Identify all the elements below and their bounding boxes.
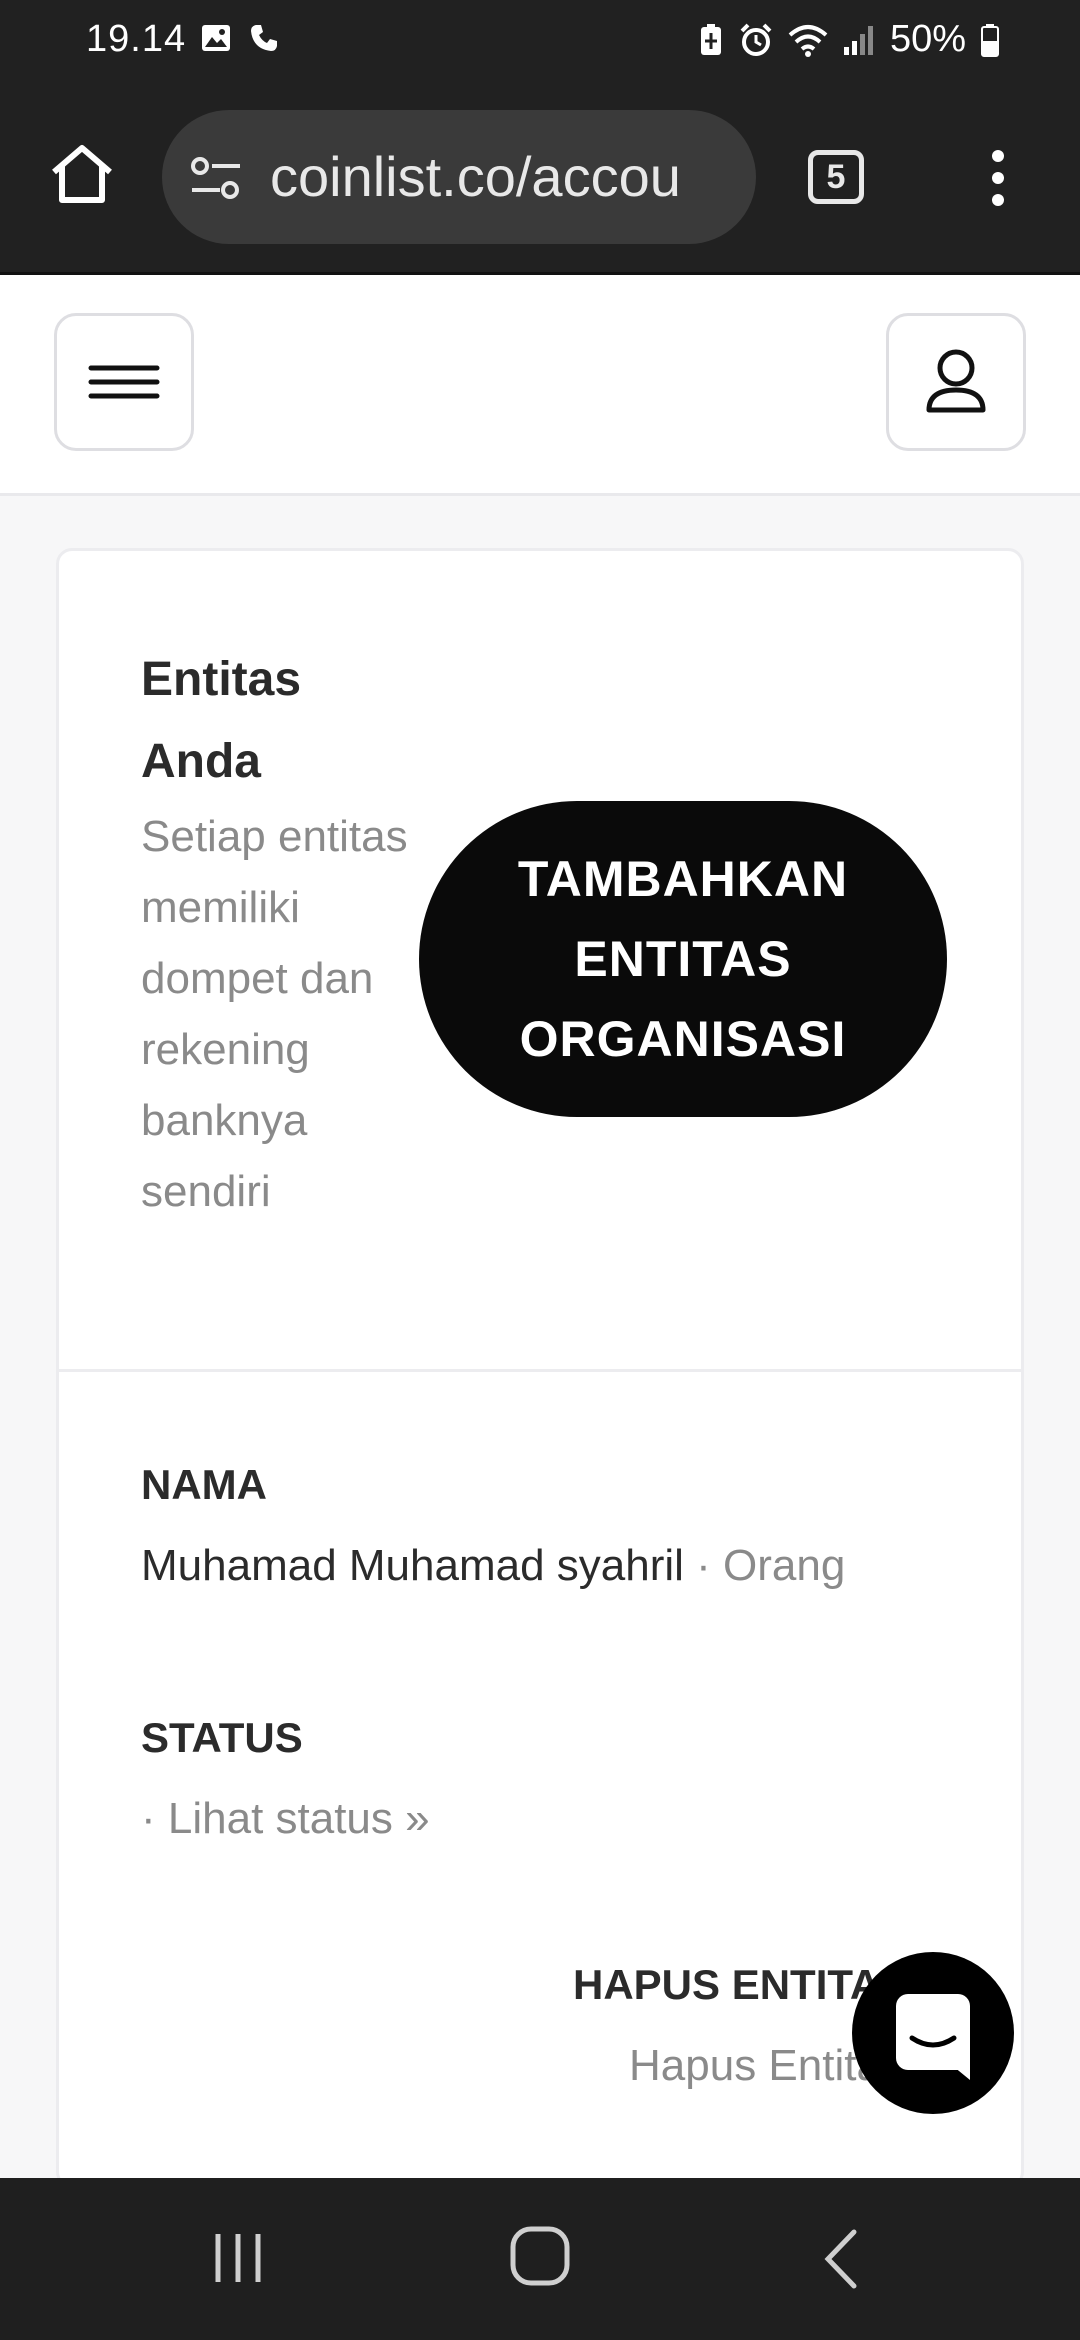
url-text[interactable]: coinlist.co/accou xyxy=(270,144,740,209)
back-icon[interactable] xyxy=(818,2226,862,2292)
entities-description: Setiap entitas memiliki dompet dan reken… xyxy=(141,812,408,1216)
signal-icon xyxy=(843,25,873,55)
gallery-icon xyxy=(202,25,230,51)
entity-type: · Orang xyxy=(696,1541,846,1590)
chat-launcher-button[interactable] xyxy=(852,1952,1014,2114)
wifi-icon xyxy=(788,24,828,57)
chat-icon xyxy=(896,1994,970,2080)
card-divider xyxy=(59,1369,1021,1372)
status-right: 50% xyxy=(698,18,1000,61)
profile-button[interactable] xyxy=(886,313,1026,451)
recent-apps-icon[interactable] xyxy=(210,2230,266,2286)
entity-name: Muhamad Muhamad syahril xyxy=(141,1541,684,1590)
add-organization-entity-button[interactable]: TAMBAHKAN ENTITAS ORGANISASI xyxy=(419,801,947,1117)
add-organization-entity-label: TAMBAHKAN ENTITAS ORGANISASI xyxy=(517,851,849,1067)
status-label: STATUS xyxy=(141,1714,303,1761)
system-nav-bar xyxy=(0,2178,1080,2340)
battery-icon xyxy=(981,23,999,57)
hamburger-menu-icon xyxy=(88,365,160,399)
status-time: 19.14 xyxy=(86,18,187,60)
name-value-row: Muhamad Muhamad syahril · Orang xyxy=(141,1541,845,1591)
address-bar[interactable]: coinlist.co/accou xyxy=(162,110,756,244)
status-left-icons xyxy=(200,22,280,54)
alarm-icon xyxy=(740,23,772,56)
entities-title: Entitas Anda xyxy=(141,653,302,788)
site-header xyxy=(0,275,1080,496)
nav-home-icon[interactable] xyxy=(508,2224,572,2288)
battery-percent: 50% xyxy=(889,18,966,60)
tab-switcher-button[interactable]: 5 xyxy=(808,150,864,204)
more-vert-icon[interactable] xyxy=(986,148,1010,208)
status-bar: 19.14 50% xyxy=(0,0,1080,80)
hamburger-menu-button[interactable] xyxy=(54,313,194,451)
name-label: NAMA xyxy=(141,1461,267,1508)
user-icon xyxy=(926,349,986,413)
battery-saver-icon xyxy=(700,23,721,55)
home-icon[interactable] xyxy=(48,140,116,208)
phone-icon xyxy=(251,25,277,51)
entities-card: Entitas Anda Setiap entitas memiliki dom… xyxy=(56,548,1024,2188)
browser-toolbar: coinlist.co/accou 5 xyxy=(0,80,1080,275)
view-status-link[interactable]: · Lihat status » xyxy=(141,1794,430,1844)
tune-icon[interactable] xyxy=(190,154,242,202)
